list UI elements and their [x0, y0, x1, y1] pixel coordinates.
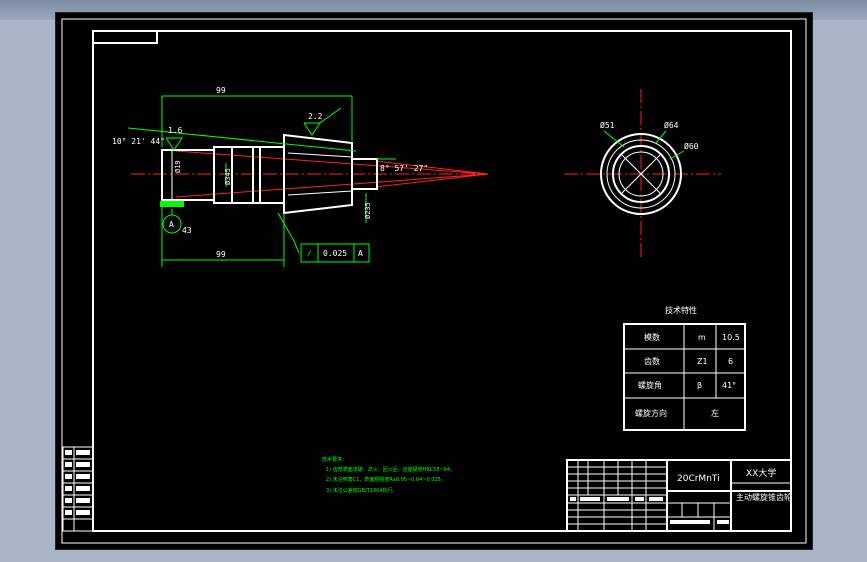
front-view: [564, 89, 721, 259]
tech-row-symbol: β: [697, 381, 702, 390]
notes-line: 3) 未注公差按GB/T1804执行。: [326, 487, 398, 494]
tech-table-title: 技术特性: [665, 305, 697, 315]
tech-row-name: 螺旋方向: [635, 408, 667, 418]
tech-row-name: 齿数: [644, 356, 660, 366]
notes-line: 2) 未注倒角C1，表面粗糙度Ra0.05~0.04~0.025。: [326, 476, 446, 483]
front-dia-60: Ø60: [684, 141, 699, 151]
inner-frame: [92, 30, 792, 532]
dim-root-angle: 8° 57' 27": [380, 164, 428, 173]
code-box: [92, 30, 158, 44]
dim-cone-angle: 10° 21' 44": [112, 137, 165, 146]
part-name: 主动螺旋锥齿轮: [736, 492, 792, 502]
tech-row-value: 左: [711, 408, 719, 418]
datum-letter: A: [169, 220, 174, 229]
outer-frame: [61, 18, 807, 544]
drawing-sheet[interactable]: 99 99 10° 21' 44" 8° 57' 27" 1.6 2.2 Ø19…: [55, 12, 813, 550]
dim-length-bottom: 99: [216, 250, 226, 259]
tolerance-value: 0.025: [323, 249, 347, 258]
dimension-annotations: [127, 95, 396, 267]
school-name: XX大学: [746, 467, 776, 479]
notes-line: 1) 齿部表面渗碳、淬火、回火后，齿面硬度HRC58~64。: [326, 466, 455, 473]
roughness-right: 2.2: [308, 112, 323, 121]
tolerance-datum: A: [358, 249, 363, 258]
roughness-left: 1.6: [168, 126, 183, 135]
tech-row-name: 模数: [644, 332, 660, 342]
dim-front-dia: Ø19: [174, 160, 182, 173]
tolerance-symbol: /: [307, 249, 312, 258]
notes-title: 技术要求：: [322, 456, 347, 463]
dim-length-top: 99: [216, 86, 226, 95]
tech-row-value: 6: [728, 357, 733, 366]
material-label: 20CrMnTi: [677, 474, 720, 484]
datum-block: [160, 201, 184, 207]
tech-row-symbol: m: [698, 333, 706, 342]
tech-row-name: 螺旋角: [638, 380, 662, 390]
dim-journal-dia: Ø345: [224, 168, 232, 185]
front-dia-64: Ø64: [664, 120, 679, 130]
tech-row-value: 10.5: [722, 333, 740, 342]
tech-row-symbol: Z1: [697, 357, 708, 366]
front-dia-51: Ø51: [600, 120, 615, 130]
dim-end-dia: Ø235: [364, 202, 372, 219]
tech-row-value: 41°: [722, 381, 736, 390]
dim-datum: 43: [182, 226, 192, 235]
